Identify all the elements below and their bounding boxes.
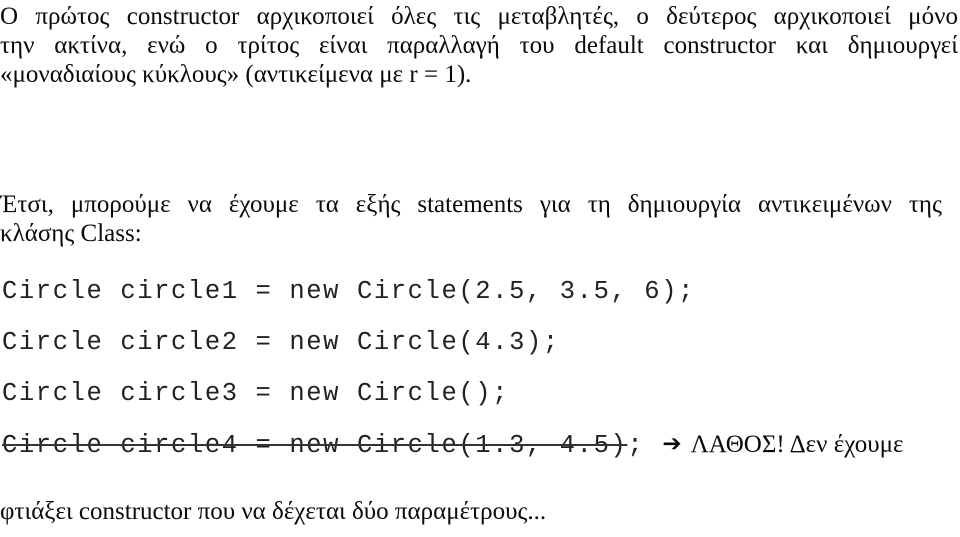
word: τις xyxy=(453,3,481,30)
word: Ο xyxy=(0,3,19,30)
word: τα xyxy=(315,191,339,218)
word: ενώ xyxy=(147,32,186,59)
slide-page: Οπρώτος constructor αρχικοποιεί όλες τις μετα… xyxy=(0,0,960,537)
word: και xyxy=(795,32,828,59)
word: παραλλαγή xyxy=(387,32,500,59)
word: μεταβλητές, xyxy=(497,3,620,30)
word: statements xyxy=(417,191,523,218)
word: Έτσι, xyxy=(0,191,54,218)
paragraph-line: Έτσι, μπορούμε να έχουμε τα εξής statements για… xyxy=(0,190,942,219)
word: constructor xyxy=(663,32,777,59)
word: του xyxy=(519,32,555,59)
word: τη xyxy=(587,191,611,218)
word: εξής xyxy=(355,191,401,218)
word: ο xyxy=(636,3,649,30)
word: αρχικοποιεί xyxy=(773,3,891,30)
code-line-circle1: Circle circle1 = new Circle(2.5, 3.5, 6)… xyxy=(2,272,958,323)
word: για xyxy=(539,191,571,218)
word: δημιουργία xyxy=(627,191,741,218)
code-statement: Circle circle2 = new Circle(4.3); xyxy=(2,328,560,357)
code-block: Circle circle1 = new Circle(2.5, 3.5, 6)… xyxy=(2,272,958,476)
paragraph-line: την ακτίνα, ενώ ο τρίτος είναι παραλλαγή του def… xyxy=(0,31,958,60)
paragraph-constructor-explanation: Οπρώτος constructor αρχικοποιεί όλες τις μετα… xyxy=(0,2,958,89)
word: default xyxy=(574,32,644,59)
word: της xyxy=(908,191,942,218)
word: δεύτερος xyxy=(666,3,757,30)
paragraph-line: φτιάξει constructor που να δέχεται δύο π… xyxy=(0,498,547,525)
error-annotation: ➔ ΛΑΘΟΣ! Δεν έχουμε xyxy=(662,431,903,458)
word: δημιουργεί xyxy=(847,32,958,59)
error-annotation-label: ΛΑΘΟΣ! Δεν έχουμε xyxy=(690,431,904,458)
code-statement-semicolon: ; xyxy=(627,431,645,460)
paragraph-statements-intro: Έτσι, μπορούμε να έχουμε τα εξής statements για… xyxy=(0,190,942,248)
code-line-circle3: Circle circle3 = new Circle(); xyxy=(2,374,958,425)
word: πρώτος xyxy=(35,3,110,30)
paragraph-line: «μοναδιαίους κύκλους» (αντικείμενα με r … xyxy=(0,61,472,88)
code-statement: Circle circle1 = new Circle(2.5, 3.5, 6)… xyxy=(2,277,696,306)
word: είναι xyxy=(318,32,368,59)
paragraph-line: Οπρώτος constructor αρχικοποιεί όλες τις μετα… xyxy=(0,2,958,31)
word: αρχικοποιεί xyxy=(256,3,374,30)
code-statement: Circle circle3 = new Circle(); xyxy=(2,379,510,408)
right-arrow-icon: ➔ xyxy=(662,431,682,457)
code-statement-strikethrough: Circle circle4 = new Circle(1.3, 4.5) xyxy=(2,431,628,460)
word: μόνο xyxy=(908,3,958,30)
code-line-circle4-invalid: Circle circle4 = new Circle(1.3, 4.5); ➔ Λ… xyxy=(2,425,958,476)
paragraph-line: κλάσης Class: xyxy=(0,220,142,247)
word: την xyxy=(0,32,35,59)
word: αντικειμένων xyxy=(757,191,892,218)
paragraph-error-explanation: φτιάξει constructor που να δέχεται δύο π… xyxy=(0,497,940,527)
word: να xyxy=(187,191,212,218)
word: ο xyxy=(205,32,218,59)
code-line-circle2: Circle circle2 = new Circle(4.3); xyxy=(2,323,958,374)
word: όλες xyxy=(391,3,437,30)
word: constructor xyxy=(126,3,240,30)
word: μπορούμε xyxy=(70,191,171,218)
word: έχουμε xyxy=(228,191,299,218)
word: τρίτος xyxy=(237,32,300,59)
word: ακτίνα, xyxy=(54,32,128,59)
